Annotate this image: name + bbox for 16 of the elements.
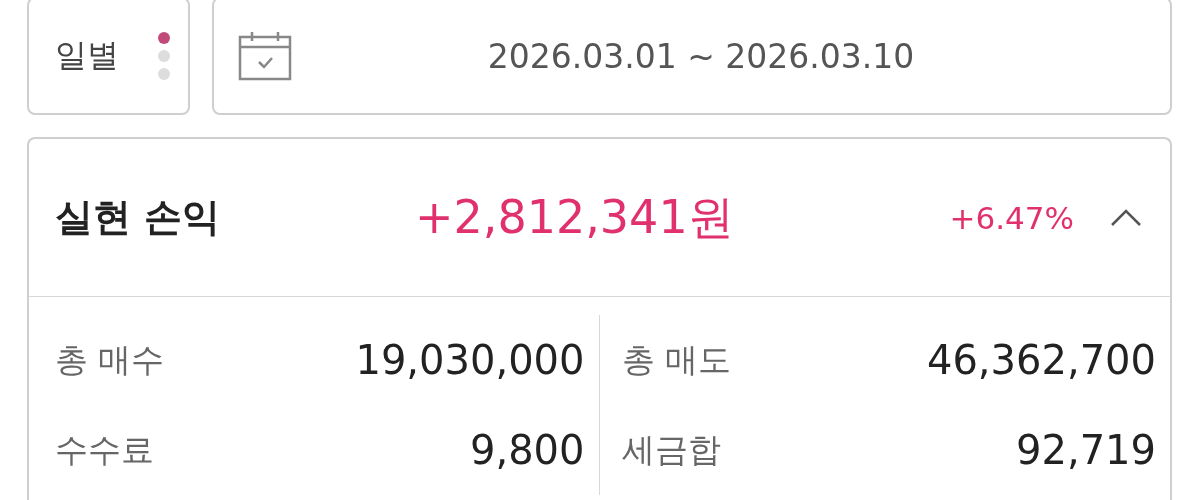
calendar-icon <box>238 31 292 81</box>
item-value: 19,030,000 <box>355 337 585 383</box>
item-label: 세금합 <box>621 428 721 471</box>
date-range-field[interactable]: 2026.03.01 ~ 2026.03.10 <box>212 0 1172 115</box>
chevron-up-icon[interactable] <box>1110 208 1142 227</box>
item-value: 46,362,700 <box>926 337 1156 383</box>
item-value: 9,800 <box>470 427 585 473</box>
profit-rate: +6.47% <box>949 199 1074 236</box>
profit-amount: +2,812,341원 <box>415 188 735 246</box>
card-title: 실현 손익 <box>55 194 222 241</box>
item-value: 92,719 <box>1016 427 1156 473</box>
item-label: 수수료 <box>55 428 154 471</box>
period-selector[interactable]: 일별 <box>27 0 190 115</box>
item-label: 총 매도 <box>621 338 731 381</box>
date-range-value: 2026.03.01 ~ 2026.03.10 <box>486 36 916 76</box>
item-label: 총 매수 <box>55 338 165 381</box>
